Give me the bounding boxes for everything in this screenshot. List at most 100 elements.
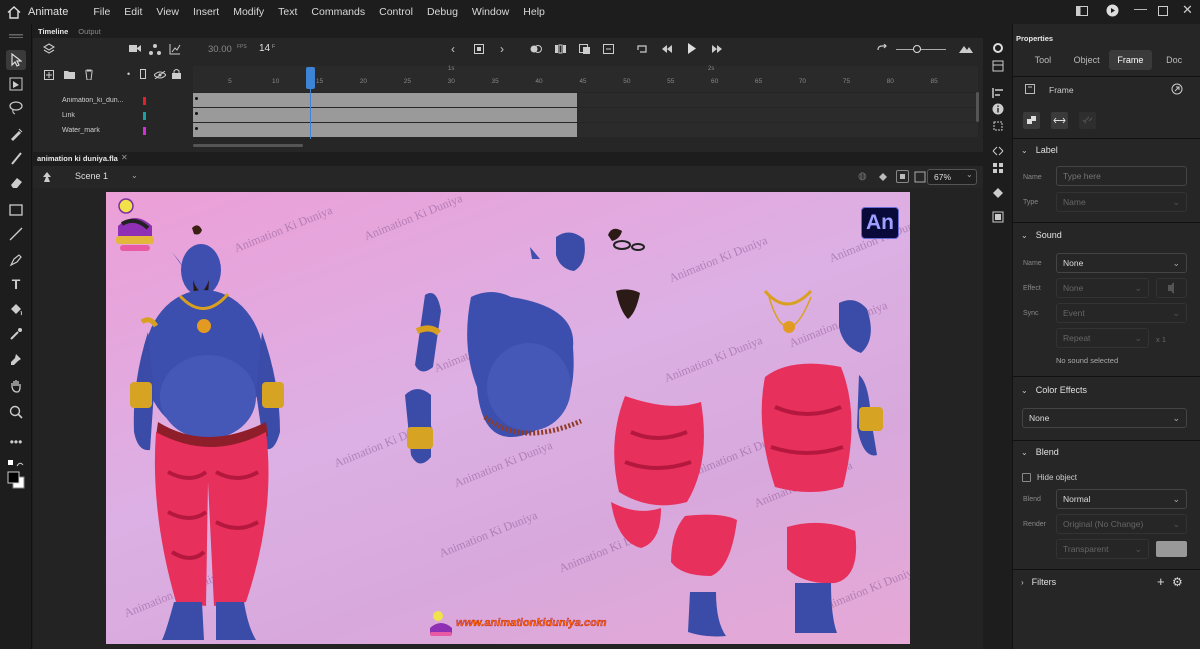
menu-item-file[interactable]: File — [86, 6, 117, 18]
document-tab[interactable]: animation ki duniya.fla — [37, 154, 118, 163]
link-frames-button[interactable] — [1079, 112, 1096, 129]
hide-object-checkbox[interactable] — [1022, 473, 1031, 482]
sound-section-header[interactable]: ⌄ Sound — [1021, 230, 1062, 240]
chevron-right-icon[interactable]: › — [500, 42, 504, 56]
tab-tool[interactable]: Tool — [1021, 50, 1065, 70]
menu-item-help[interactable]: Help — [516, 6, 552, 18]
stroke-fill-color-icon[interactable] — [6, 470, 26, 490]
stage-canvas[interactable]: Animation Ki Duniya Animation Ki Duniya … — [106, 192, 910, 644]
loop-icon[interactable] — [636, 44, 648, 57]
menu-item-modify[interactable]: Modify — [226, 6, 271, 18]
website-link[interactable]: www.animationkiduniya.com — [456, 617, 607, 629]
eraser-icon[interactable] — [6, 172, 26, 192]
align-icon[interactable] — [991, 86, 1005, 100]
edit-sound-envelope-button[interactable] — [1156, 278, 1187, 298]
menu-item-text[interactable]: Text — [271, 6, 304, 18]
properties-icon[interactable] — [991, 41, 1005, 55]
menu-item-window[interactable]: Window — [465, 6, 516, 18]
components-icon[interactable] — [991, 161, 1005, 175]
insert-frame-icon[interactable] — [579, 44, 591, 57]
genie-character[interactable] — [116, 222, 306, 644]
graph-icon[interactable] — [169, 43, 181, 58]
mountain-icon[interactable] — [959, 43, 973, 56]
genie-body-parts[interactable] — [401, 287, 591, 507]
tab-output[interactable]: Output — [73, 27, 106, 36]
render-bg-select[interactable]: Transparent ⌄ — [1056, 539, 1149, 559]
timeline-scrollbar[interactable] — [193, 144, 303, 147]
layer-name[interactable]: Animation_ki_dun... — [62, 97, 142, 104]
tab-object[interactable]: Object — [1065, 50, 1109, 70]
maximize-icon[interactable] — [1158, 4, 1168, 19]
zoom-icon[interactable] — [6, 402, 26, 422]
menu-item-debug[interactable]: Debug — [420, 6, 465, 18]
render-bg-color-swatch[interactable] — [1156, 541, 1187, 557]
scene-name[interactable]: Scene 1 — [75, 171, 108, 181]
library-icon[interactable] — [991, 59, 1005, 73]
add-filter-icon[interactable]: + — [1157, 574, 1165, 589]
center-frame-icon[interactable] — [876, 43, 888, 57]
bucket-icon[interactable] — [6, 300, 26, 320]
text-icon[interactable]: T — [6, 274, 26, 294]
menu-item-control[interactable]: Control — [372, 6, 420, 18]
pants-part-right[interactable] — [751, 287, 910, 644]
subselection-tool-icon[interactable] — [6, 74, 26, 94]
assets-icon[interactable] — [991, 210, 1005, 224]
frame-tween-button[interactable] — [1023, 112, 1040, 129]
zoom-slider-track[interactable] — [896, 49, 946, 50]
test-movie-icon[interactable] — [1106, 4, 1119, 20]
workspace-layout-icon[interactable] — [1076, 4, 1088, 19]
edit-multiple-frames-icon[interactable] — [555, 44, 567, 57]
selection-tool-icon[interactable] — [6, 50, 26, 70]
scene-chevron-down-icon[interactable]: ⌄ — [131, 171, 138, 180]
play-icon[interactable] — [687, 43, 697, 57]
camera-icon[interactable] — [129, 44, 141, 56]
blend-section-header[interactable]: ⌄ Blend — [1021, 447, 1059, 457]
lock-icon[interactable] — [172, 69, 181, 82]
fps-value[interactable]: 30.00 — [208, 44, 232, 55]
layer-row[interactable]: Link — [33, 108, 193, 123]
gear-icon[interactable]: ⚙ — [1172, 575, 1183, 589]
layer-name[interactable]: Water_mark — [62, 127, 142, 134]
layer-color-swatch[interactable] — [143, 126, 146, 135]
current-frame[interactable]: 14 — [259, 43, 270, 54]
hand-icon[interactable] — [6, 376, 26, 396]
code-snippets-icon[interactable] — [991, 144, 1005, 158]
layers-icon[interactable] — [42, 43, 56, 58]
new-layer-icon[interactable] — [44, 70, 54, 83]
highlight-layers-icon[interactable]: • — [127, 69, 130, 79]
step-forward-icon[interactable] — [711, 44, 723, 57]
layer-name[interactable]: Link — [62, 112, 142, 119]
sound-repeat-select[interactable]: Repeat ⌄ — [1056, 328, 1149, 348]
swatches-icon[interactable] — [991, 186, 1005, 200]
sound-repeat-count[interactable]: x 1 — [1156, 335, 1166, 344]
label-type-select[interactable]: Name ⌄ — [1056, 192, 1187, 212]
keyframe-icon[interactable] — [474, 44, 484, 57]
rectangle-icon[interactable] — [6, 200, 26, 220]
layers-scrollbar[interactable] — [976, 92, 979, 122]
onion-skin-icon[interactable] — [530, 44, 542, 57]
home-icon[interactable] — [4, 2, 24, 22]
color-effect-select[interactable]: None ⌄ — [1022, 408, 1187, 428]
symbol-icon[interactable]: ◍ — [858, 171, 867, 182]
fit-stage-icon[interactable] — [914, 171, 926, 186]
info-icon[interactable] — [991, 102, 1005, 116]
new-folder-icon[interactable] — [64, 70, 75, 82]
paint-brush-icon[interactable] — [6, 148, 26, 168]
eyedropper-icon[interactable] — [6, 324, 26, 344]
properties-title[interactable]: Properties — [1016, 34, 1053, 43]
outline-icon[interactable] — [140, 69, 146, 82]
render-select[interactable]: Original (No Change) ⌄ — [1056, 514, 1187, 534]
tab-doc[interactable]: Doc — [1152, 50, 1196, 70]
clip-content-icon[interactable] — [896, 170, 909, 183]
scene-icon[interactable] — [41, 171, 53, 186]
delete-layer-icon[interactable] — [84, 69, 94, 83]
filters-section-header[interactable]: › Filters — [1021, 577, 1056, 587]
pin-icon[interactable] — [6, 350, 26, 370]
tab-frame[interactable]: Frame — [1108, 50, 1153, 70]
label-section-header[interactable]: ⌄ Label — [1021, 145, 1058, 155]
frame-settings-icon[interactable] — [1171, 83, 1183, 98]
sound-sync-select[interactable]: Event ⌄ — [1056, 303, 1187, 323]
camera-pan-icon[interactable] — [877, 171, 889, 186]
close-tab-icon[interactable]: ✕ — [121, 153, 128, 162]
layer-color-swatch[interactable] — [143, 111, 146, 120]
